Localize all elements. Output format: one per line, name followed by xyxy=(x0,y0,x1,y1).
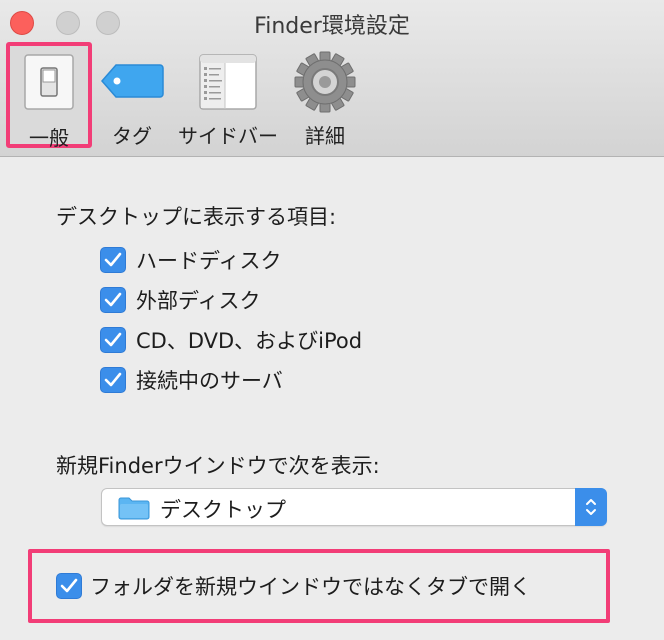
checkbox-open-folders-in-tabs[interactable]: フォルダを新規ウインドウではなくタブで開く xyxy=(56,571,531,601)
popup-chevron-icon[interactable] xyxy=(575,488,607,526)
toolbar: Finder環境設定 一般 タグ サイドバー 詳細 xyxy=(0,0,664,157)
checkbox-label: 接続中のサーバ xyxy=(136,369,283,393)
checkmark-icon xyxy=(104,372,122,387)
sidebar-icon xyxy=(199,54,257,114)
switch-icon xyxy=(24,54,74,114)
checkbox-label: CD、DVD、およびiPod xyxy=(136,329,363,353)
checkbox-external-disks[interactable]: 外部ディスク xyxy=(100,285,261,315)
tab-sidebar[interactable]: サイドバー xyxy=(172,48,284,148)
tab-advanced-label: 詳細 xyxy=(305,124,345,148)
checkbox-label: ハードディスク xyxy=(136,249,282,273)
checkmark-icon xyxy=(104,252,122,267)
tab-general[interactable]: 一般 xyxy=(6,42,92,150)
window-title: Finder環境設定 xyxy=(254,14,410,39)
checkbox-checked[interactable] xyxy=(100,287,126,313)
tab-advanced[interactable]: 詳細 xyxy=(286,48,364,148)
folder-icon xyxy=(118,496,150,524)
checkbox-checked[interactable] xyxy=(100,247,126,273)
checkbox-checked[interactable] xyxy=(100,367,126,393)
checkbox-hard-disks[interactable]: ハードディスク xyxy=(100,245,282,275)
new-window-target-popup[interactable]: デスクトップ xyxy=(101,488,607,526)
checkbox-label: フォルダを新規ウインドウではなくタブで開く xyxy=(90,575,531,599)
tab-tags[interactable]: タグ xyxy=(96,48,168,148)
gear-icon xyxy=(293,50,357,118)
checkbox-label: 外部ディスク xyxy=(136,289,261,313)
tag-icon xyxy=(100,62,164,104)
popup-selected-value: デスクトップ xyxy=(160,498,286,522)
tab-general-label: 一般 xyxy=(29,126,69,150)
checkbox-cds-dvds-ipods[interactable]: CD、DVD、およびiPod xyxy=(100,325,362,355)
checkbox-checked[interactable] xyxy=(56,573,82,599)
checkmark-icon xyxy=(104,332,122,347)
tab-sidebar-label: サイドバー xyxy=(178,124,278,148)
tab-tags-label: タグ xyxy=(112,124,152,148)
checkbox-checked[interactable] xyxy=(100,327,126,353)
finder-preferences-window: Finder環境設定 一般 タグ サイドバー 詳細 デスクトップに表示する項目:… xyxy=(0,0,664,640)
checkbox-connected-servers[interactable]: 接続中のサーバ xyxy=(100,365,283,395)
checkmark-icon xyxy=(60,578,78,593)
new-window-heading: 新規Finderウインドウで次を表示: xyxy=(56,454,380,478)
checkmark-icon xyxy=(104,292,122,307)
desktop-items-heading: デスクトップに表示する項目: xyxy=(56,205,337,229)
